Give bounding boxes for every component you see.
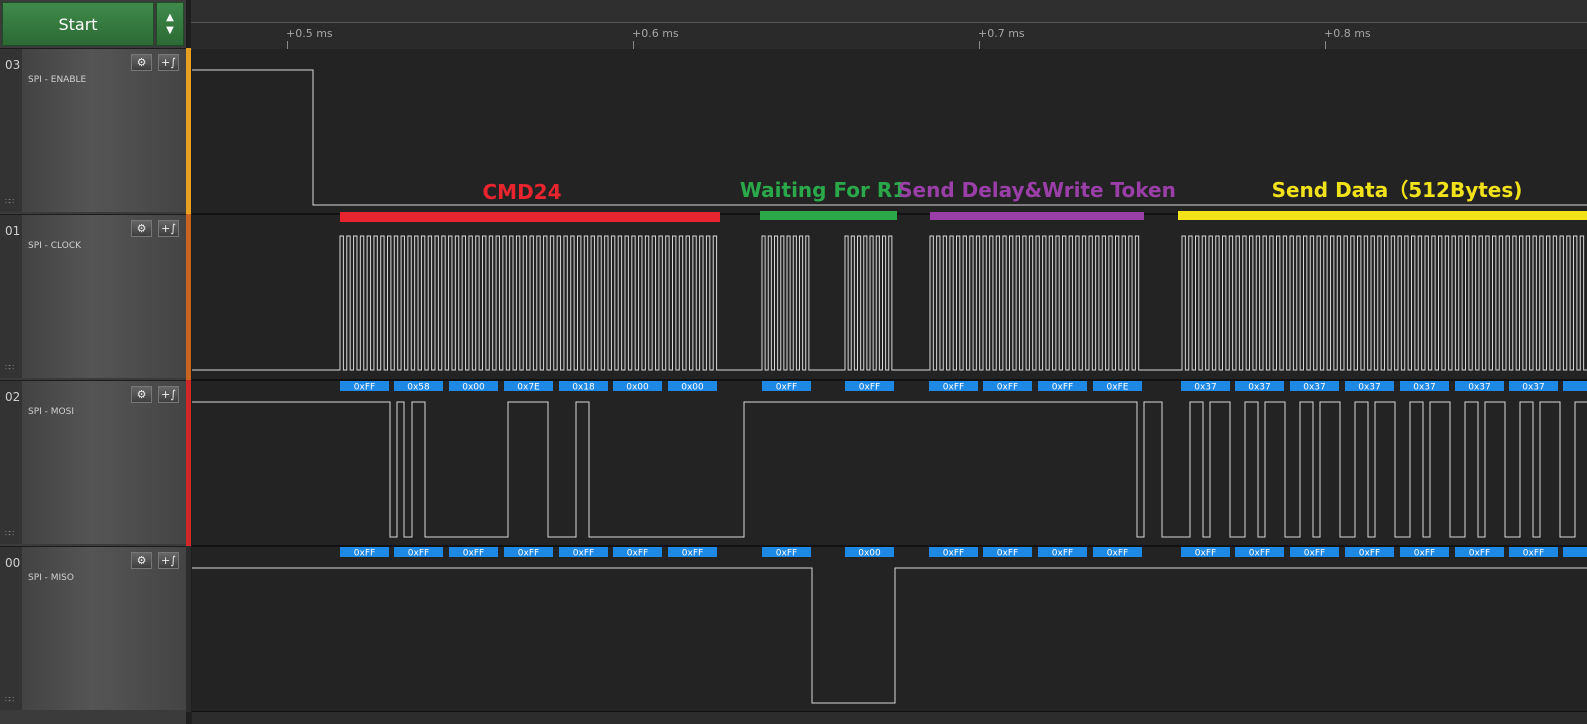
byte-label: 0x37 xyxy=(1303,383,1326,393)
byte-box-partial xyxy=(1563,547,1587,557)
miso-byte: 0xFF xyxy=(504,547,553,559)
bottom-scrollbar xyxy=(192,712,1587,724)
byte-label: 0xFF xyxy=(1107,549,1128,559)
byte-label: 0xFF xyxy=(1304,549,1325,559)
mosi-byte: 0x58 xyxy=(394,381,443,393)
byte-label: 0xFF xyxy=(1523,549,1544,559)
byte-label: 0x00 xyxy=(681,383,704,393)
byte-label: 0xFF xyxy=(1052,383,1073,393)
miso-byte: 0xFF xyxy=(1400,547,1449,559)
miso-byte: 0xFF xyxy=(449,547,498,559)
byte-label: 0xFF xyxy=(1052,549,1073,559)
byte-label: 0xFF xyxy=(997,549,1018,559)
mosi-byte: 0xFF xyxy=(983,381,1032,393)
mosi-byte: 0x00 xyxy=(668,381,717,393)
byte-label: 0xFF xyxy=(776,383,797,393)
byte-label: 0xFE xyxy=(1107,383,1129,393)
miso-byte: 0x00 xyxy=(845,547,894,559)
byte-label: 0xFF xyxy=(859,383,880,393)
byte-label: 0xFF xyxy=(463,549,484,559)
byte-label: 0x7E xyxy=(517,383,540,393)
byte-label: 0xFF xyxy=(943,549,964,559)
mosi-byte: 0x37 xyxy=(1290,381,1339,393)
byte-label: 0xFF xyxy=(1414,549,1435,559)
miso-byte: 0xFF xyxy=(983,547,1032,559)
waveform-area[interactable]: 0xFF 0x58 0x00 0x7E 0x18 0x00 0x00 0xFF 0xFF 0xFF… xyxy=(0,0,1587,724)
mosi-byte: 0x18 xyxy=(559,381,608,393)
byte-label: 0xFF xyxy=(1359,549,1380,559)
byte-label: 0x58 xyxy=(407,383,430,393)
miso-byte: 0xFF xyxy=(1181,547,1230,559)
mosi-byte: 0x7E xyxy=(504,381,553,393)
byte-label: 0xFF xyxy=(627,549,648,559)
miso-byte: 0xFF xyxy=(762,547,811,559)
miso-byte: 0xFF xyxy=(1093,547,1142,559)
annotation-bar xyxy=(930,212,1144,220)
byte-label: 0x37 xyxy=(1468,383,1491,393)
annotation-bar xyxy=(1178,211,1587,220)
byte-label: 0x37 xyxy=(1413,383,1436,393)
byte-label: 0x37 xyxy=(1522,383,1545,393)
byte-label: 0xFF xyxy=(943,383,964,393)
byte-label: 0x37 xyxy=(1194,383,1217,393)
mosi-byte: 0x37 xyxy=(1400,381,1449,393)
miso-byte: 0xFF xyxy=(613,547,662,559)
byte-label: 0x00 xyxy=(626,383,649,393)
mosi-byte: 0xFF xyxy=(845,381,894,393)
byte-box-partial xyxy=(1563,381,1587,391)
mosi-byte: 0x00 xyxy=(449,381,498,393)
byte-label: 0xFF xyxy=(997,383,1018,393)
annotation-bar xyxy=(340,212,720,222)
byte-label: 0x37 xyxy=(1248,383,1271,393)
mosi-byte: 0x37 xyxy=(1345,381,1394,393)
byte-label: 0xFF xyxy=(408,549,429,559)
lane-background xyxy=(192,381,1587,546)
mosi-byte: 0x37 xyxy=(1455,381,1504,393)
byte-label: 0xFF xyxy=(1469,549,1490,559)
byte-label: 0xFF xyxy=(354,549,375,559)
mosi-byte: 0x37 xyxy=(1509,381,1558,393)
mosi-byte: 0xFF xyxy=(762,381,811,393)
byte-label: 0xFF xyxy=(1195,549,1216,559)
byte-label: 0xFF xyxy=(776,549,797,559)
annotation-text: Send Delay&Write Token xyxy=(898,178,1176,202)
miso-byte: 0xFF xyxy=(1345,547,1394,559)
byte-label: 0xFF xyxy=(1249,549,1270,559)
miso-byte: 0xFF xyxy=(1235,547,1284,559)
mosi-byte: 0x00 xyxy=(613,381,662,393)
byte-label: 0xFF xyxy=(354,383,375,393)
mosi-byte: 0x37 xyxy=(1235,381,1284,393)
miso-byte: 0xFF xyxy=(1290,547,1339,559)
mosi-byte: 0xFF xyxy=(340,381,389,393)
miso-byte: 0xFF xyxy=(929,547,978,559)
byte-label: 0x37 xyxy=(1358,383,1381,393)
miso-byte: 0xFF xyxy=(340,547,389,559)
annotation-text: CMD24 xyxy=(482,180,561,204)
mosi-byte: 0xFF xyxy=(1038,381,1087,393)
annotation-bar xyxy=(760,211,897,220)
miso-byte: 0xFF xyxy=(1509,547,1558,559)
mosi-byte: 0xFE xyxy=(1093,381,1142,393)
mosi-byte: 0xFF xyxy=(929,381,978,393)
byte-label: 0xFF xyxy=(518,549,539,559)
byte-label: 0xFF xyxy=(682,549,703,559)
byte-label: 0x18 xyxy=(572,383,595,393)
lane-background xyxy=(192,547,1587,712)
miso-byte: 0xFF xyxy=(668,547,717,559)
annotation-text: Waiting For R1 xyxy=(740,178,906,202)
mosi-byte: 0x37 xyxy=(1181,381,1230,393)
miso-byte: 0xFF xyxy=(559,547,608,559)
miso-byte: 0xFF xyxy=(1038,547,1087,559)
byte-label: 0x00 xyxy=(858,549,881,559)
miso-byte: 0xFF xyxy=(394,547,443,559)
miso-byte: 0xFF xyxy=(1455,547,1504,559)
annotation-text: Send Data（512Bytes) xyxy=(1272,178,1523,202)
byte-label: 0x00 xyxy=(462,383,485,393)
byte-label: 0xFF xyxy=(573,549,594,559)
